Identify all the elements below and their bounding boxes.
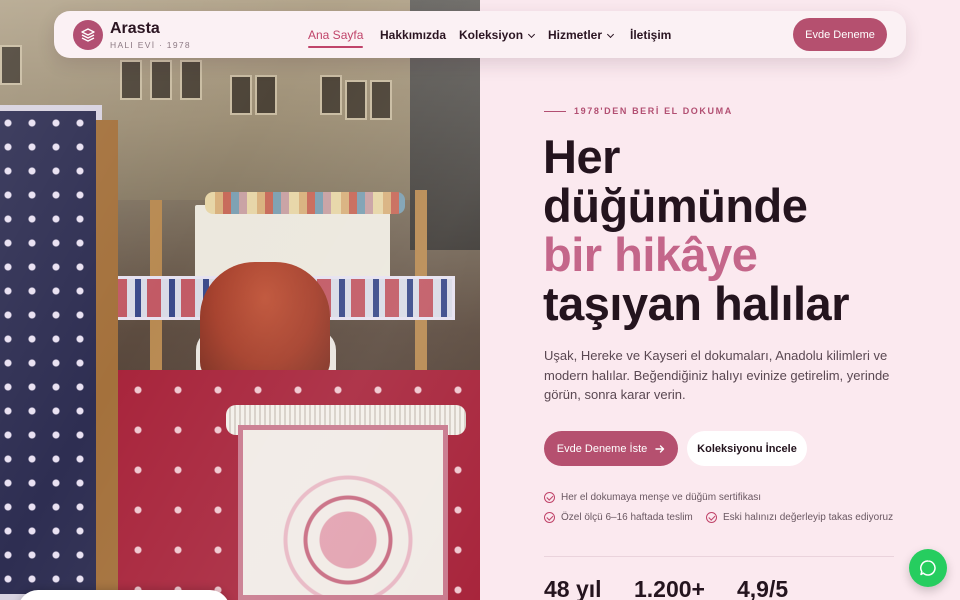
arrow-right-icon — [655, 444, 665, 453]
chevron-down-icon — [606, 30, 615, 39]
divider — [544, 556, 894, 557]
title-line: taşıyan halılar — [543, 277, 850, 330]
stat-count: 1.200+ — [634, 576, 705, 600]
stat-rating: 4,9/5 — [737, 576, 789, 600]
page-title: Her düğümünde bir hikâye taşıyan halılar — [543, 132, 943, 328]
request-trial-button[interactable]: Evde Deneme İste — [544, 431, 678, 466]
nav-link-hakkimizda[interactable]: Hakkımızda — [380, 28, 446, 42]
chevron-down-icon — [527, 30, 536, 39]
nav-link-koleksiyon[interactable]: Koleksiyon — [459, 28, 536, 42]
nav-link-iletisim[interactable]: İletişim — [630, 28, 671, 42]
title-line: Her — [543, 130, 620, 183]
home-trial-button[interactable]: Evde Deneme — [793, 18, 887, 51]
feature-text: Eski halınızı değerleyip takas ediyoruz — [723, 512, 894, 523]
nav-link-hizmetler[interactable]: Hizmetler — [548, 28, 615, 42]
request-trial-label: Evde Deneme İste — [556, 442, 648, 455]
feature-item: Özel ölçü 6–16 haftada teslim — [544, 512, 693, 523]
eyebrow: 1978'DEN BERİ EL DOKUMA — [544, 106, 733, 116]
nav-link-label: Hizmetler — [548, 28, 603, 42]
check-circle-icon — [544, 492, 555, 503]
title-line: düğümünde — [543, 179, 808, 232]
window-glare — [0, 0, 480, 600]
hero-image — [0, 0, 480, 600]
title-accent: bir hikâye — [543, 228, 758, 281]
nav-link-label: Koleksiyon — [459, 28, 524, 42]
check-circle-icon — [706, 512, 717, 523]
stat-years: 48 yıl — [544, 576, 602, 600]
navbar: Arasta HALI EVİ · 1978 Ana Sayfa Hakkımı… — [54, 11, 906, 58]
layers-icon[interactable] — [73, 20, 103, 50]
browse-collection-button[interactable]: Koleksiyonu İncele — [687, 431, 807, 466]
whatsapp-icon — [920, 560, 936, 576]
brand-subtitle: HALI EVİ · 1978 — [110, 40, 191, 50]
check-circle-icon — [544, 512, 555, 523]
eyebrow-text: 1978'DEN BERİ EL DOKUMA — [574, 106, 733, 116]
whatsapp-button[interactable] — [909, 549, 947, 587]
floating-card[interactable] — [18, 590, 230, 600]
hero-lead: Uşak, Hereke ve Kayseri el dokumaları, A… — [544, 348, 890, 402]
nav-link-ana-sayfa[interactable]: Ana Sayfa — [308, 28, 364, 48]
feature-text: Özel ölçü 6–16 haftada teslim — [561, 512, 693, 523]
feature-item: Eski halınızı değerleyip takas ediyoruz — [706, 512, 893, 523]
feature-item: Her el dokumaya menşe ve düğüm sertifika… — [544, 492, 761, 503]
feature-text: Her el dokumaya menşe ve düğüm sertifika… — [561, 492, 762, 503]
brand-name[interactable]: Arasta — [110, 20, 160, 38]
eyebrow-line — [544, 110, 566, 112]
